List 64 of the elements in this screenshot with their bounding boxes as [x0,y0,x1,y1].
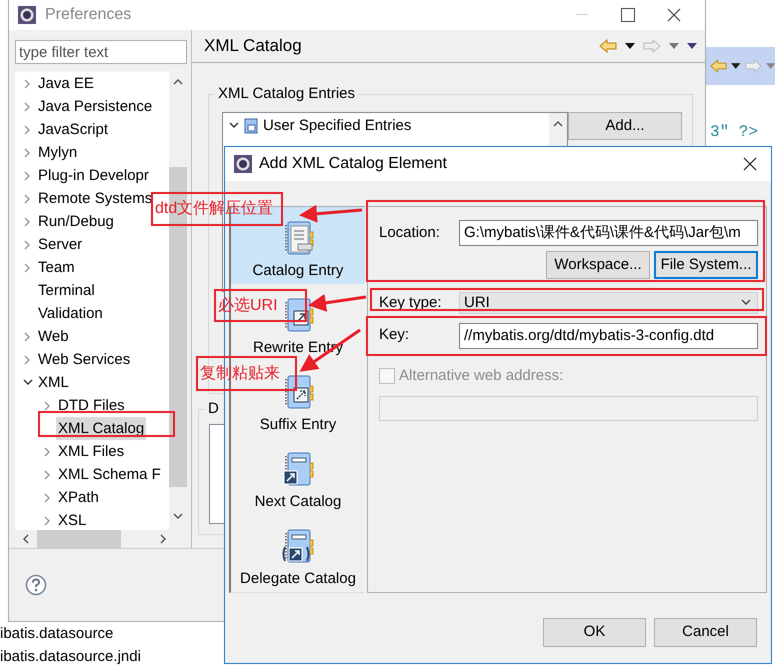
scroll-left-icon[interactable] [21,534,31,544]
tree-item[interactable]: XML [36,371,71,394]
tree-item[interactable]: Web [36,325,71,348]
group-label: XML Catalog Entries [215,85,358,103]
tree-item[interactable]: JavaScript [36,118,110,141]
checkbox-label: Alternative web address: [399,366,564,386]
location-field[interactable]: G:\mybatis\课件&代码\课件&代码\Jar包\m [459,220,758,246]
arrow [308,294,366,312]
close-icon[interactable] [743,157,757,171]
tree-item[interactable]: XSL [56,509,88,530]
key-field[interactable]: //mybatis.org/dtd/mybatis-3-config.dtd [459,322,758,348]
dialog-button[interactable]: OK [543,618,646,647]
dropdown-icon[interactable] [731,63,740,69]
app-icon [17,5,37,25]
code-text: 3" ?> [710,122,758,143]
entry-type-item[interactable]: Catalog Entry [252,260,344,282]
tree-item[interactable]: DTD Files [56,394,127,417]
key-type-dropdown[interactable]: URI [459,292,758,314]
tree-item[interactable]: Web Services [36,348,132,371]
code-line: ibatis.datasource [0,624,114,644]
tree-item[interactable]: Server [36,233,84,256]
back-arrow-icon[interactable] [599,39,617,53]
tree-item[interactable]: User Specified Entries [263,115,412,138]
chevron-down-icon[interactable] [23,378,33,388]
entry-type-item[interactable]: Suffix Entry [260,414,336,436]
tree-item[interactable]: Plug-in Developr [36,164,151,187]
maximize-icon[interactable] [621,8,635,22]
tree-item[interactable]: Terminal [36,279,97,302]
field-label: Location: [379,222,441,243]
dropdown-icon[interactable] [625,43,635,49]
tree-item[interactable]: Java Persistence [36,95,154,118]
menu-icon[interactable] [687,43,697,49]
dialog-button[interactable]: Cancel [654,618,757,647]
tree-item[interactable]: XML Files [56,440,126,463]
page-title: XML Catalog [204,35,302,58]
tree-item[interactable]: XML Catalog [56,417,146,440]
close-icon[interactable] [667,8,681,22]
minimize-icon[interactable] [576,14,588,16]
tree-item[interactable]: XPath [56,486,101,509]
browse-button[interactable]: File System... [654,251,758,279]
scroll-up-icon[interactable] [553,119,563,129]
arrow [299,204,362,223]
entry-type-item[interactable]: Delegate Catalog [240,568,356,590]
browse-button[interactable]: Workspace... [546,251,650,279]
catalog-icon [243,118,259,134]
filter-field[interactable]: type filter text [15,40,187,64]
dialog-title: Add XML Catalog Element [259,154,447,174]
tree-item[interactable]: XML Schema F [56,463,163,486]
window-title: Preferences [45,5,132,25]
tree-item[interactable]: Mylyn [36,141,80,164]
tree-item[interactable]: Validation [36,302,105,325]
tree-item[interactable]: Team [36,256,77,279]
scroll-up-icon[interactable] [173,77,183,87]
forward-arrow-icon[interactable] [643,39,661,53]
field-label: Key type: [379,293,443,313]
scrollbar-thumb[interactable] [37,530,121,548]
help-icon[interactable] [25,574,47,596]
entry-type-item[interactable]: Next Catalog [254,490,342,513]
field-label: Key: [379,325,410,346]
tree-item[interactable]: Java EE [36,72,96,95]
tree-item[interactable]: Run/Debug [36,210,116,233]
code-line: ibatis.datasource.jndi [0,647,141,667]
add-button[interactable]: Add... [568,112,682,140]
app-icon [233,154,253,174]
